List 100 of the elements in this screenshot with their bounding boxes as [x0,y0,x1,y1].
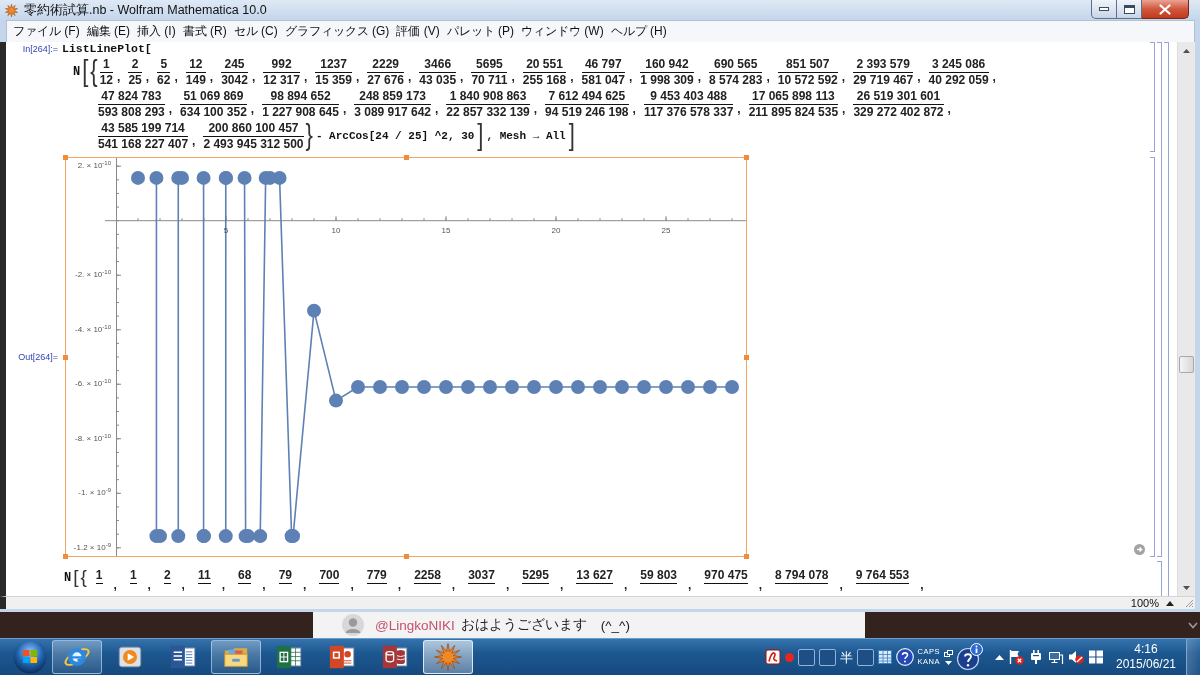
comma: , [533,102,538,116]
numerator: 1 [95,569,103,582]
code-text: ListLinePlot[ [62,42,152,56]
delimiter: ] [568,121,575,151]
swirl-icon[interactable] [764,649,781,665]
speaker-muted-icon[interactable] [1068,649,1084,665]
input-mode-button[interactable]: 半 [839,649,853,665]
point-marker [703,380,717,394]
resize-handle[interactable] [744,554,749,559]
denominator: 25 [128,73,142,87]
taskbar-app-button[interactable] [423,640,473,674]
menu-item[interactable]: グラフィックス (G) [284,24,390,39]
numerator: 5695 [476,57,503,71]
minimize-button[interactable] [1091,0,1117,19]
caret-up-icon[interactable] [1166,600,1174,606]
comma: , [570,70,574,84]
chevron-down-icon[interactable] [1188,621,1198,629]
vertical-scrollbar[interactable] [1177,42,1195,596]
record-dot-icon[interactable] [784,652,794,662]
resize-handle[interactable] [63,554,68,559]
scroll-thumb[interactable] [1179,356,1194,373]
resize-handle[interactable] [744,155,749,160]
numerator: 160 942 [645,57,689,71]
square-button[interactable] [797,648,815,666]
denominator: 10 572 592 [777,73,838,87]
tick-label: 20 [550,225,562,236]
window-title: 零約術試算.nb - Wolfram Mathematica 10.0 [24,1,267,19]
comma: , [209,70,214,84]
cell-bracket[interactable] [1150,42,1155,152]
menu-item[interactable]: 書式 (R) [182,24,227,39]
maximize-button[interactable] [1117,0,1142,19]
clock-date[interactable]: 2015/06/21 [1115,657,1177,672]
cell-bracket[interactable] [1150,157,1155,557]
point-marker [149,170,164,185]
menu-item[interactable]: 挿入 (I) [137,24,176,39]
comma: , [947,102,951,116]
point-marker [417,380,431,394]
flag-icon[interactable] [1008,649,1024,665]
comma: , [408,70,412,84]
overlapping-squares-icon[interactable] [944,649,953,657]
denominator: 22 857 332 139 [446,105,530,119]
clock-time[interactable]: 4:16 [1134,642,1158,657]
plug-icon[interactable] [1028,649,1044,665]
comma: , [766,70,770,84]
resize-handle[interactable] [404,554,409,559]
taskbar-app-button[interactable] [52,640,102,674]
user-handle[interactable]: @LingkoNIKI [375,617,455,633]
comma: , [628,70,633,84]
menu-item[interactable]: セル (C) [233,24,278,39]
numerator: 779 [366,569,387,582]
resize-handle[interactable] [63,155,68,160]
help-bubble-icon[interactable] [957,643,983,671]
help-icon[interactable] [895,648,914,666]
square-button[interactable] [856,648,874,666]
numerator: 13 627 [576,569,613,582]
numerator: 690 565 [714,57,758,71]
numerator: 59 803 [640,569,677,582]
menu-item[interactable]: 評価 (V) [396,24,440,39]
cell-label: In[264]:= [22,43,58,56]
taskbar-app-button[interactable] [211,640,261,674]
menu-item[interactable]: ヘルプ (H) [610,24,667,39]
point-marker [483,380,497,394]
caret-down-icon[interactable] [945,660,952,665]
comma: , [917,70,921,84]
resize-grip-icon[interactable] [1185,598,1194,608]
denominator: 634 100 352 [180,105,247,119]
tick-label: -8. × 10$^{-10}$ [74,433,111,444]
caret-up-icon[interactable] [995,654,1004,660]
menu-item[interactable]: ファイル (F) [13,24,80,39]
menu-item[interactable]: パレット (P) [446,24,515,39]
point-marker [131,170,145,185]
avatar-icon [341,614,365,636]
numerator: 17 065 898 113 [752,89,835,103]
comma: , [697,70,701,84]
close-button[interactable] [1142,0,1189,19]
numerator: 200 860 100 457 [208,121,299,135]
resize-handle[interactable] [404,155,409,160]
resize-handle[interactable] [63,355,68,360]
comma: , [688,579,692,592]
delimiter: [ [73,567,79,587]
numerator: 1 840 908 863 [449,89,527,103]
numerator: 245 [224,57,245,71]
menu-item[interactable]: 編集 (E) [86,24,130,39]
square-button[interactable] [818,648,836,666]
resize-handle[interactable] [744,355,749,360]
denominator: 8 574 283 [709,73,763,87]
comma: , [250,102,255,116]
numerator: 2 393 579 [856,57,910,71]
table-icon[interactable] [877,650,892,664]
denominator: 70 711 [471,73,508,87]
numerator: 970 475 [704,569,748,582]
numerator: 43 585 199 714 [101,121,185,135]
monitor-icon[interactable] [1048,649,1064,665]
four-pane-icon[interactable] [1088,649,1104,665]
point-marker [461,380,475,394]
denominator: 3 089 917 642 [354,105,431,119]
show-desktop-button[interactable] [1186,639,1200,675]
menu-item[interactable]: ウィンドウ (W) [521,24,604,39]
tick-label: 15 [440,225,452,236]
zoom-level[interactable]: 100% [1130,597,1159,609]
